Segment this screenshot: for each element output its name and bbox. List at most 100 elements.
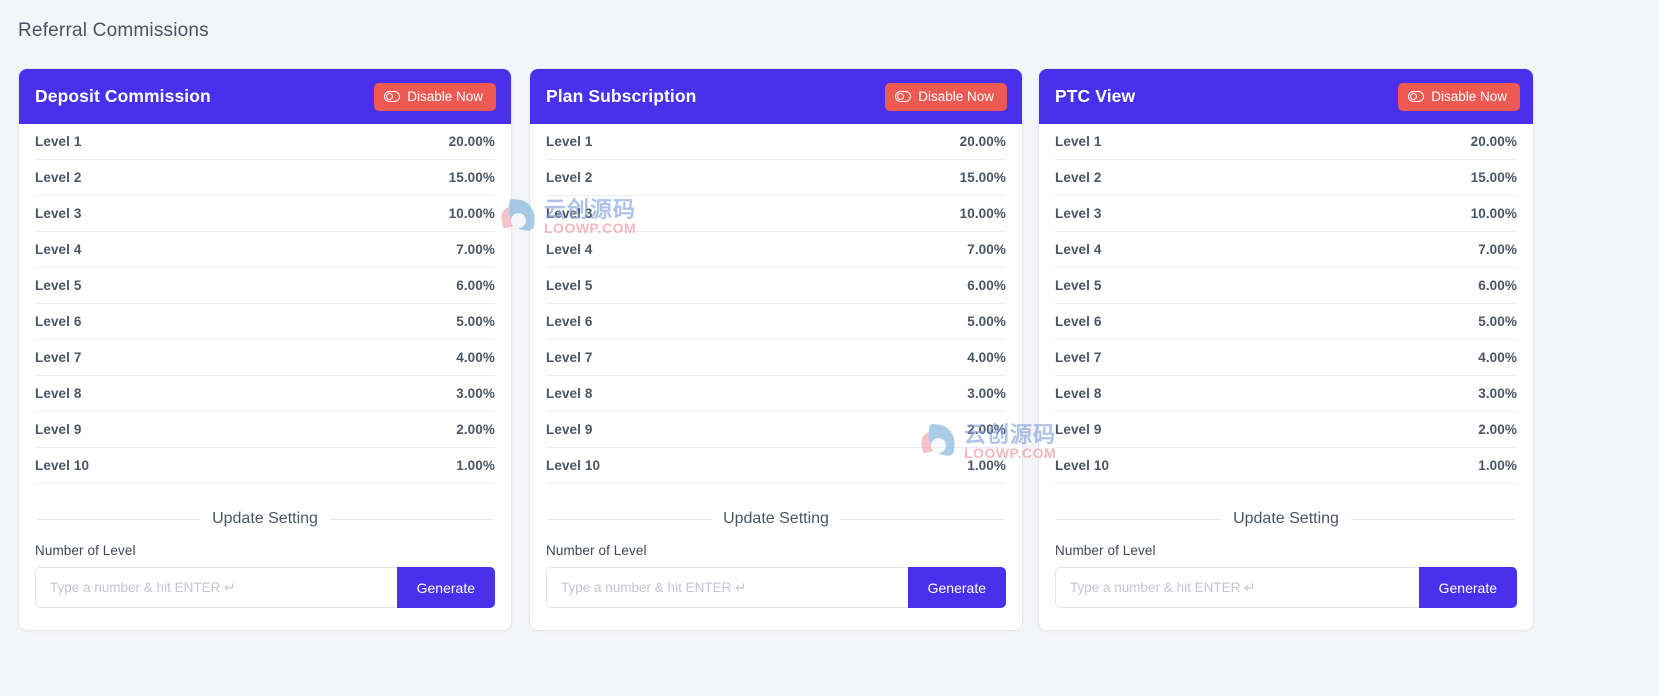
level-value: 4.00% [456,350,495,365]
number-of-level-input[interactable] [1055,567,1419,608]
table-row: Level 1 20.00% [1055,124,1517,160]
level-name: Level 9 [1055,422,1102,437]
update-setting-label: Update Setting [723,510,829,527]
level-name: Level 3 [1055,206,1102,221]
level-value: 10.00% [959,206,1006,221]
level-value: 4.00% [967,350,1006,365]
update-setting-label: Update Setting [1233,510,1339,527]
level-value: 20.00% [448,134,495,149]
update-setting-divider: Update Setting [1055,510,1517,528]
level-value: 1.00% [967,458,1006,473]
level-value: 3.00% [1478,386,1517,401]
level-value: 7.00% [1478,242,1517,257]
level-name: Level 7 [546,350,593,365]
level-value: 3.00% [967,386,1006,401]
level-name: Level 1 [1055,134,1102,149]
disable-now-label: Disable Now [407,89,483,104]
card-body: Level 1 20.00% Level 2 15.00% Level 3 10… [530,124,1022,608]
number-of-level-input-group: Generate [546,567,1006,608]
disable-now-button[interactable]: Disable Now [885,82,1007,111]
table-row: Level 1 20.00% [546,124,1006,160]
update-setting-divider: Update Setting [35,510,495,528]
divider-line-left [548,518,712,520]
table-row: Level 7 4.00% [546,340,1006,376]
level-value: 20.00% [1470,134,1517,149]
table-row: Level 1 20.00% [35,124,495,160]
level-name: Level 10 [546,458,601,473]
level-name: Level 3 [35,206,82,221]
table-row: Level 10 1.00% [35,448,495,484]
card-header: Deposit Commission Disable Now [19,69,511,124]
disable-now-button[interactable]: Disable Now [1398,82,1520,111]
table-row: Level 3 10.00% [546,196,1006,232]
number-of-level-label: Number of Level [546,543,647,558]
generate-button[interactable]: Generate [1418,567,1517,608]
divider-line-right [1350,518,1516,520]
level-value: 2.00% [456,422,495,437]
table-row: Level 4 7.00% [35,232,495,268]
level-name: Level 5 [35,278,82,293]
card-title: PTC View [1055,86,1136,106]
level-name: Level 10 [35,458,90,473]
disable-now-button[interactable]: Disable Now [374,82,496,111]
divider-line-right [329,518,494,520]
card-title: Plan Subscription [546,86,697,106]
level-name: Level 8 [1055,386,1102,401]
table-row: Level 10 1.00% [546,448,1006,484]
number-of-level-input[interactable] [35,567,397,608]
table-row: Level 3 10.00% [35,196,495,232]
table-row: Level 4 7.00% [546,232,1006,268]
toggle-off-icon [384,91,401,102]
level-name: Level 10 [1055,458,1110,473]
card-deposit-commission: Deposit Commission Disable Now Level 1 2… [18,68,512,631]
number-of-level-input-group: Generate [1055,567,1517,608]
level-name: Level 9 [546,422,593,437]
generate-button[interactable]: Generate [396,567,495,608]
level-value: 15.00% [959,170,1006,185]
level-name: Level 4 [546,242,593,257]
level-name: Level 9 [35,422,82,437]
table-row: Level 8 3.00% [546,376,1006,412]
card-header: PTC View Disable Now [1039,69,1533,124]
level-name: Level 2 [546,170,593,185]
table-row: Level 8 3.00% [1055,376,1517,412]
level-name: Level 8 [35,386,82,401]
table-row: Level 7 4.00% [35,340,495,376]
level-value: 6.00% [967,278,1006,293]
commission-cards-container: Deposit Commission Disable Now Level 1 2… [18,68,1641,631]
card-header: Plan Subscription Disable Now [530,69,1022,124]
card-body: Level 1 20.00% Level 2 15.00% Level 3 10… [19,124,511,608]
level-name: Level 1 [546,134,593,149]
number-of-level-input-group: Generate [35,567,495,608]
table-row: Level 2 15.00% [546,160,1006,196]
update-setting-divider: Update Setting [546,510,1006,528]
level-name: Level 7 [1055,350,1102,365]
table-row: Level 9 2.00% [546,412,1006,448]
number-of-level-input[interactable] [546,567,908,608]
page-root: Referral Commissions Deposit Commission … [0,0,1659,696]
disable-now-label: Disable Now [918,89,994,104]
generate-button[interactable]: Generate [907,567,1006,608]
table-row: Level 9 2.00% [35,412,495,448]
table-row: Level 5 6.00% [546,268,1006,304]
level-name: Level 4 [35,242,82,257]
number-of-level-label: Number of Level [1055,543,1156,558]
level-value: 6.00% [456,278,495,293]
level-name: Level 6 [35,314,82,329]
table-row: Level 5 6.00% [1055,268,1517,304]
level-name: Level 8 [546,386,593,401]
table-row: Level 5 6.00% [35,268,495,304]
level-value: 7.00% [456,242,495,257]
level-value: 1.00% [456,458,495,473]
level-name: Level 7 [35,350,82,365]
update-setting-label: Update Setting [212,510,318,527]
level-value: 7.00% [967,242,1006,257]
level-name: Level 6 [546,314,593,329]
table-row: Level 6 5.00% [35,304,495,340]
level-value: 5.00% [1478,314,1517,329]
level-value: 4.00% [1478,350,1517,365]
page-title: Referral Commissions [18,20,209,41]
level-value: 10.00% [448,206,495,221]
level-name: Level 2 [35,170,82,185]
number-of-level-label: Number of Level [35,543,136,558]
